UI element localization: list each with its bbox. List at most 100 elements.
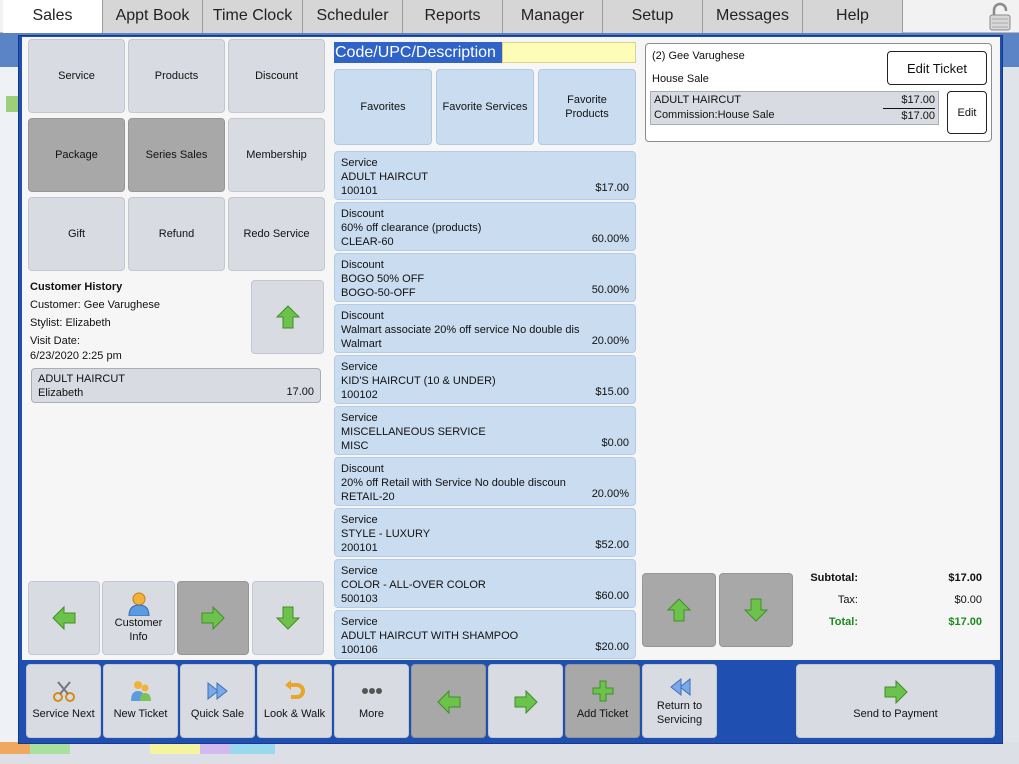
list-item[interactable]: Discount BOGO 50% OFF BOGO-50-OFF 50.00% <box>334 253 636 302</box>
search-input[interactable] <box>502 42 636 63</box>
item-type: Service <box>341 616 378 628</box>
tab-scheduler[interactable]: Scheduler <box>303 0 403 33</box>
look-walk-label: Look & Walk <box>263 708 326 720</box>
customer-history-visit-date: 6/23/2020 2:25 pm <box>30 350 122 362</box>
tab-setup[interactable]: Setup <box>603 0 703 33</box>
scissors-icon <box>52 681 75 702</box>
list-item[interactable]: Discount Walmart associate 20% off servi… <box>334 304 636 353</box>
category-gift[interactable]: Gift <box>28 197 125 271</box>
left-arrow-button[interactable] <box>28 581 100 655</box>
item-name: MISCELLANEOUS SERVICE <box>341 426 486 438</box>
new-ticket-button[interactable]: New Ticket <box>103 664 178 738</box>
more-label: More <box>358 708 385 720</box>
tab-time-clock[interactable]: Time Clock <box>203 0 303 33</box>
favorites-button[interactable]: Favorites <box>334 69 432 145</box>
list-item[interactable]: Service ADULT HAIRCUT WITH SHAMPOO 10010… <box>334 610 636 659</box>
right-arrow-button[interactable] <box>177 581 249 655</box>
category-label: Series Sales <box>145 149 208 161</box>
tab-messages[interactable]: Messages <box>703 0 803 33</box>
search-label: Code/UPC/Description <box>334 42 502 63</box>
favorites-label: Favorites <box>360 101 406 113</box>
history-entry[interactable]: ADULT HAIRCUT Elizabeth 17.00 <box>31 368 321 403</box>
tab-appt-book[interactable]: Appt Book <box>103 0 203 33</box>
customer-history-visit-label: Visit Date: <box>30 335 80 347</box>
send-to-payment-button[interactable]: Send to Payment <box>796 664 995 738</box>
edit-line-button[interactable]: Edit <box>947 91 987 134</box>
edit-ticket-button[interactable]: Edit Ticket <box>887 51 987 85</box>
customer-history-customer: Customer: Gee Varughese <box>30 299 161 311</box>
category-label: Membership <box>246 149 307 161</box>
item-price: 50.00% <box>591 284 629 296</box>
total-label: Total: <box>828 616 858 628</box>
ticket-line-price: $17.00 <box>883 93 935 109</box>
item-type: Service <box>341 565 378 577</box>
item-type: Service <box>341 157 378 169</box>
category-discount[interactable]: Discount <box>228 39 325 113</box>
tab-manager[interactable]: Manager <box>503 0 603 33</box>
list-item[interactable]: Service ADULT HAIRCUT 100101 $17.00 <box>334 151 636 200</box>
arrow-left-icon <box>436 689 460 715</box>
item-price: $60.00 <box>595 590 629 602</box>
category-series-sales[interactable]: Series Sales <box>128 118 225 192</box>
tab-help[interactable]: Help <box>803 0 903 33</box>
list-item[interactable]: Discount 60% off clearance (products) CL… <box>334 202 636 251</box>
item-code: BOGO-50-OFF <box>341 287 416 299</box>
category-label: Service <box>58 70 95 82</box>
category-products[interactable]: Products <box>128 39 225 113</box>
category-label: Gift <box>67 228 86 240</box>
down-arrow-button[interactable] <box>252 581 324 655</box>
list-item[interactable]: Service STYLE - LUXURY 200101 $52.00 <box>334 508 636 557</box>
history-entry-service: ADULT HAIRCUT <box>38 373 125 385</box>
item-price: $15.00 <box>595 386 629 398</box>
category-label: Redo Service <box>243 228 310 240</box>
add-ticket-button[interactable]: Add Ticket <box>565 664 640 738</box>
arrow-down-icon <box>743 598 769 622</box>
list-item[interactable]: Service COLOR - ALL-OVER COLOR 500103 $6… <box>334 559 636 608</box>
bottom-right-arrow-button[interactable] <box>488 664 563 738</box>
service-next-label: Service Next <box>32 708 95 720</box>
favorite-services-button[interactable]: Favorite Services <box>436 69 534 145</box>
service-next-button[interactable]: Service Next <box>26 664 101 738</box>
bottom-left-arrow-button[interactable] <box>411 664 486 738</box>
list-item[interactable]: Service KID'S HAIRCUT (10 & UNDER) 10010… <box>334 355 636 404</box>
item-code: MISC <box>341 440 369 452</box>
favorite-products-label-2: Products <box>565 108 609 120</box>
item-type: Service <box>341 514 378 526</box>
arrow-left-icon <box>52 605 76 631</box>
item-price: 20.00% <box>591 488 629 500</box>
item-price: 60.00% <box>591 233 629 245</box>
tax-label: Tax: <box>837 594 858 606</box>
look-walk-button[interactable]: Look & Walk <box>257 664 332 738</box>
ticket-scroll-down-button[interactable] <box>719 573 793 647</box>
people-icon <box>130 681 151 701</box>
favorite-products-button[interactable]: Favorite Products <box>538 69 636 145</box>
history-scroll-up-button[interactable] <box>251 280 324 354</box>
item-type: Discount <box>341 310 384 322</box>
item-name: ADULT HAIRCUT <box>341 171 428 183</box>
category-refund[interactable]: Refund <box>128 197 225 271</box>
tab-sales[interactable]: Sales <box>3 0 103 33</box>
item-name: ADULT HAIRCUT WITH SHAMPOO <box>341 630 519 642</box>
item-type: Discount <box>341 259 384 271</box>
fast-forward-icon <box>207 681 228 701</box>
list-item[interactable]: Discount 20% off Retail with Service No … <box>334 457 636 506</box>
tab-reports[interactable]: Reports <box>403 0 503 33</box>
more-button[interactable]: More <box>334 664 409 738</box>
return-to-servicing-button[interactable]: Return to Servicing <box>642 664 717 738</box>
customer-info-button[interactable]: Customer Info <box>102 581 175 655</box>
ticket-line-commission-price: $17.00 <box>901 110 935 122</box>
category-package[interactable]: Package <box>28 118 125 192</box>
category-label: Discount <box>255 70 298 82</box>
ticket-scroll-up-button[interactable] <box>642 573 716 647</box>
quick-sale-button[interactable]: Quick Sale <box>180 664 255 738</box>
lock-icon[interactable] <box>985 2 1015 32</box>
customer-history-stylist: Stylist: Elizabeth <box>30 317 111 329</box>
category-redo-service[interactable]: Redo Service <box>228 197 325 271</box>
u-turn-arrow-icon <box>284 680 305 699</box>
category-service[interactable]: Service <box>28 39 125 113</box>
category-membership[interactable]: Membership <box>228 118 325 192</box>
arrow-right-icon <box>884 679 908 705</box>
list-item[interactable]: Service MISCELLANEOUS SERVICE MISC $0.00 <box>334 406 636 455</box>
item-type: Discount <box>341 463 384 475</box>
ticket-line-item[interactable]: ADULT HAIRCUT Commission:House Sale $17.… <box>650 91 939 125</box>
